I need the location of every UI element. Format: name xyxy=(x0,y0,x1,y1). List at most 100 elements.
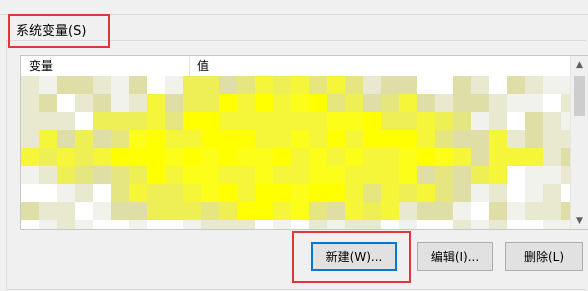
blur-pixel xyxy=(327,76,345,94)
blur-pixel xyxy=(93,184,111,202)
new-button[interactable]: 新建(W)... xyxy=(311,242,397,271)
blur-pixel xyxy=(291,184,309,202)
delete-button[interactable]: 删除(L) xyxy=(505,242,583,271)
blur-pixel xyxy=(435,202,453,220)
blur-pixel xyxy=(489,184,507,202)
blur-pixel xyxy=(219,220,237,229)
blur-pixel xyxy=(183,220,201,229)
blur-pixel xyxy=(345,166,363,184)
blur-pixel xyxy=(543,166,561,184)
blur-pixel xyxy=(93,166,111,184)
blur-pixel xyxy=(327,130,345,148)
blur-pixel xyxy=(39,184,57,202)
column-header-variable[interactable]: 变量 xyxy=(29,58,53,74)
blur-pixel xyxy=(165,94,183,112)
blur-pixel xyxy=(237,148,255,166)
scroll-up-arrow-icon[interactable]: ▲ xyxy=(571,56,588,73)
blur-pixel xyxy=(255,130,273,148)
system-variables-list[interactable]: 变量 值 ▲ ▼ xyxy=(20,55,588,230)
blur-pixel xyxy=(381,166,399,184)
blur-pixel xyxy=(255,76,273,94)
blur-pixel xyxy=(471,112,489,130)
scroll-down-arrow-icon[interactable]: ▼ xyxy=(571,212,588,229)
blur-pixel xyxy=(435,166,453,184)
blur-pixel xyxy=(255,202,273,220)
blur-pixel xyxy=(111,76,129,94)
blur-pixel xyxy=(39,94,57,112)
blur-pixel xyxy=(525,202,543,220)
blur-pixel xyxy=(165,166,183,184)
blur-pixel xyxy=(345,220,363,229)
blur-pixel xyxy=(57,94,75,112)
blur-pixel xyxy=(399,76,417,94)
blur-pixel xyxy=(381,202,399,220)
blur-pixel xyxy=(75,184,93,202)
blur-pixel xyxy=(183,94,201,112)
blur-pixel xyxy=(543,76,561,94)
edit-button[interactable]: 编辑(I)... xyxy=(417,242,493,271)
blur-pixel xyxy=(255,94,273,112)
blur-pixel xyxy=(21,166,39,184)
column-divider[interactable] xyxy=(189,56,190,76)
blur-pixel xyxy=(57,148,75,166)
blur-pixel xyxy=(21,112,39,130)
blur-pixel xyxy=(453,184,471,202)
blur-pixel xyxy=(147,130,165,148)
blur-pixel xyxy=(147,220,165,229)
blur-pixel xyxy=(471,130,489,148)
blur-pixel xyxy=(489,94,507,112)
blur-pixel xyxy=(435,112,453,130)
blur-pixel xyxy=(435,184,453,202)
blur-pixel xyxy=(57,76,75,94)
blur-pixel xyxy=(309,220,327,229)
blur-pixel xyxy=(183,148,201,166)
blur-pixel xyxy=(345,184,363,202)
blur-pixel xyxy=(39,202,57,220)
blur-pixel xyxy=(417,112,435,130)
blur-pixel xyxy=(291,202,309,220)
blur-pixel xyxy=(507,94,525,112)
blur-pixel xyxy=(39,112,57,130)
blur-pixel xyxy=(381,148,399,166)
vertical-scrollbar[interactable]: ▲ ▼ xyxy=(570,56,588,229)
blur-pixel xyxy=(507,76,525,94)
blur-pixel xyxy=(507,166,525,184)
blur-pixel xyxy=(21,220,39,229)
blur-pixel xyxy=(309,148,327,166)
blur-pixel xyxy=(399,148,417,166)
blur-pixel xyxy=(291,166,309,184)
blur-pixel xyxy=(21,148,39,166)
blur-pixel xyxy=(291,130,309,148)
blur-pixel xyxy=(165,76,183,94)
blur-pixel xyxy=(273,130,291,148)
blur-pixel xyxy=(111,148,129,166)
blur-pixel xyxy=(399,220,417,229)
blur-pixel xyxy=(525,130,543,148)
blurred-content[interactable] xyxy=(21,76,579,229)
blur-pixel xyxy=(543,184,561,202)
blur-pixel xyxy=(543,220,561,229)
blur-pixel xyxy=(471,202,489,220)
blur-pixel xyxy=(453,112,471,130)
blur-pixel xyxy=(507,112,525,130)
blur-pixel xyxy=(489,220,507,229)
blur-pixel xyxy=(435,76,453,94)
blur-pixel xyxy=(327,220,345,229)
blur-pixel xyxy=(453,220,471,229)
blur-pixel xyxy=(309,202,327,220)
blur-pixel xyxy=(309,76,327,94)
blur-pixel xyxy=(219,112,237,130)
blur-pixel xyxy=(57,220,75,229)
blur-pixel xyxy=(201,220,219,229)
blur-pixel xyxy=(525,148,543,166)
blur-pixel xyxy=(309,130,327,148)
blur-pixel xyxy=(291,112,309,130)
blur-pixel xyxy=(165,184,183,202)
blur-pixel xyxy=(363,166,381,184)
blur-pixel xyxy=(417,202,435,220)
blur-pixel xyxy=(39,76,57,94)
scrollbar-thumb[interactable] xyxy=(574,76,585,116)
column-header-value[interactable]: 值 xyxy=(197,58,209,74)
blur-pixel xyxy=(255,166,273,184)
blur-pixel xyxy=(39,130,57,148)
